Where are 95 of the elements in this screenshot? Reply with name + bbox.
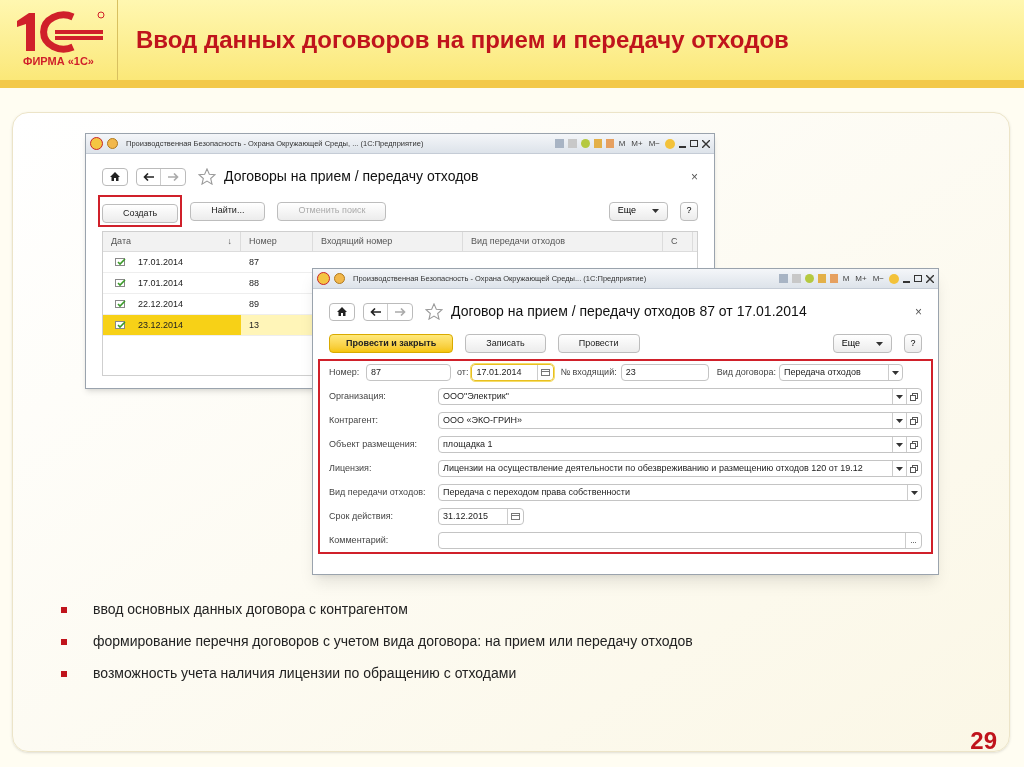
close-button[interactable]: × bbox=[691, 167, 698, 186]
table-cell: 17.01.2014 bbox=[138, 276, 184, 290]
close-icon[interactable] bbox=[926, 274, 934, 283]
field-label: Вид передачи отходов: bbox=[329, 485, 427, 499]
input-field[interactable]: ... bbox=[438, 532, 922, 549]
memory-button[interactable]: M− bbox=[871, 272, 885, 285]
bullet-text: формирование перечня договоров с учетом вида договора: на прием или передачу отходов bbox=[93, 632, 693, 651]
forward-arrow-icon bbox=[167, 172, 179, 181]
home-icon bbox=[110, 172, 120, 181]
field-label: № входящий: bbox=[560, 365, 617, 379]
document-check-icon bbox=[115, 320, 126, 330]
caret-icon bbox=[892, 370, 899, 375]
field-label: Объект размещения: bbox=[329, 437, 419, 451]
column-header[interactable]: Входящий номер bbox=[313, 232, 463, 252]
table-cell: 13 bbox=[249, 318, 259, 332]
more-button[interactable]: Еще bbox=[608, 201, 668, 221]
caret-icon bbox=[896, 442, 903, 447]
caret-icon bbox=[652, 209, 659, 214]
table-cell: 22.12.2014 bbox=[138, 297, 184, 311]
field-label: Вид договора: bbox=[716, 365, 776, 379]
table-cell: 17.01.2014 bbox=[138, 255, 184, 269]
input-field[interactable]: ООО"Электрик" bbox=[438, 388, 922, 405]
document-check-icon bbox=[115, 278, 126, 288]
input-field[interactable]: 31.12.2015 bbox=[438, 508, 524, 525]
memory-button[interactable]: M bbox=[841, 272, 851, 285]
bullet-icon bbox=[61, 670, 67, 677]
field-label: Организация: bbox=[329, 389, 387, 403]
slide-title: Ввод данных договоров на прием и передачу отходов bbox=[136, 25, 789, 55]
toolbar-button[interactable]: Создать bbox=[102, 204, 179, 224]
input-field[interactable]: площадка 1 bbox=[438, 436, 922, 453]
field-label: Контрагент: bbox=[329, 413, 380, 427]
field-label: Срок действия: bbox=[329, 509, 395, 523]
caret-icon bbox=[876, 341, 883, 346]
caret-icon bbox=[896, 394, 903, 399]
table-cell: 87 bbox=[249, 255, 259, 269]
favorite-star-icon[interactable] bbox=[198, 168, 216, 185]
table-row[interactable]: 23.12.2014 13 bbox=[103, 315, 313, 337]
column-header[interactable]: Вид передачи отходов bbox=[463, 232, 663, 252]
page-number: 29 bbox=[970, 726, 997, 756]
field-label: Номер: bbox=[329, 365, 361, 379]
more-button[interactable]: Еще bbox=[832, 334, 892, 353]
input-field[interactable]: Передача с переходом права собственности bbox=[438, 484, 922, 501]
input-field[interactable]: Лицензии на осуществление деятельности по обезвреживанию и размещению отходов 120 от 19.12 bbox=[438, 460, 922, 477]
bullet-icon bbox=[61, 606, 67, 613]
help-button[interactable]: ? bbox=[680, 201, 698, 221]
back-arrow-icon bbox=[143, 172, 154, 181]
bullet-text: ввод основных данных договора с контрагентом bbox=[93, 600, 408, 619]
field-label: Лицензия: bbox=[329, 461, 373, 475]
table-cell: 89 bbox=[249, 297, 259, 311]
toolbar-button[interactable]: Провести bbox=[557, 334, 640, 353]
input-field[interactable]: 87 bbox=[366, 364, 451, 381]
open-window-icon[interactable] bbox=[910, 440, 918, 449]
toolbar-button[interactable]: Провести и закрыть bbox=[329, 334, 454, 353]
back-arrow-icon bbox=[370, 307, 381, 316]
caret-icon bbox=[896, 418, 903, 423]
column-header[interactable]: С bbox=[663, 232, 693, 252]
field-label: Комментарий: bbox=[329, 533, 390, 547]
input-field[interactable]: ООО «ЭКО-ГРИН» bbox=[438, 412, 922, 429]
memory-button[interactable]: M+ bbox=[854, 272, 868, 285]
open-window-icon[interactable] bbox=[910, 416, 918, 425]
logo-caption: ФИРМА «1С» bbox=[23, 53, 94, 69]
input-field[interactable]: 23 bbox=[620, 364, 709, 381]
input-field[interactable]: 17.01.2014 bbox=[471, 364, 555, 381]
document-check-icon bbox=[115, 257, 126, 267]
close-icon[interactable] bbox=[702, 139, 710, 148]
select-button[interactable]: ... bbox=[905, 533, 921, 548]
toolbar-button[interactable]: Записать bbox=[465, 334, 546, 353]
table-cell: 23.12.2014 bbox=[138, 318, 184, 332]
field-label: от: bbox=[457, 365, 469, 379]
caret-icon bbox=[896, 466, 903, 471]
home-button[interactable] bbox=[329, 302, 355, 321]
home-button[interactable] bbox=[102, 167, 128, 186]
document-check-icon bbox=[115, 299, 126, 309]
table-cell: 88 bbox=[249, 276, 259, 290]
input-field[interactable]: Передача отходов bbox=[779, 364, 903, 381]
form-heading: Договор на прием / передачу отходов 87 от 17.01.2014 bbox=[451, 302, 807, 321]
column-header[interactable]: Дата ↓ bbox=[103, 232, 241, 252]
caret-icon bbox=[911, 490, 918, 495]
open-window-icon[interactable] bbox=[910, 464, 918, 473]
home-icon bbox=[337, 307, 347, 316]
memory-button[interactable]: M bbox=[617, 137, 627, 150]
open-window-icon[interactable] bbox=[910, 392, 918, 401]
memory-button[interactable]: M+ bbox=[630, 137, 644, 150]
toolbar-button[interactable]: Найти... bbox=[190, 201, 266, 221]
help-button[interactable]: ? bbox=[904, 334, 922, 353]
bullet-text: возможность учета наличия лицензии по обращению с отходами bbox=[93, 664, 517, 683]
memory-button[interactable]: M− bbox=[647, 137, 661, 150]
favorite-star-icon[interactable] bbox=[425, 303, 443, 320]
form-heading: Договоры на прием / передачу отходов bbox=[224, 167, 479, 186]
bullet-icon bbox=[61, 638, 67, 645]
forward-arrow-icon bbox=[394, 307, 406, 316]
close-button[interactable]: × bbox=[915, 302, 922, 321]
column-header[interactable]: Номер bbox=[241, 232, 313, 252]
maximize-icon[interactable] bbox=[914, 275, 922, 282]
maximize-icon[interactable] bbox=[690, 140, 698, 147]
